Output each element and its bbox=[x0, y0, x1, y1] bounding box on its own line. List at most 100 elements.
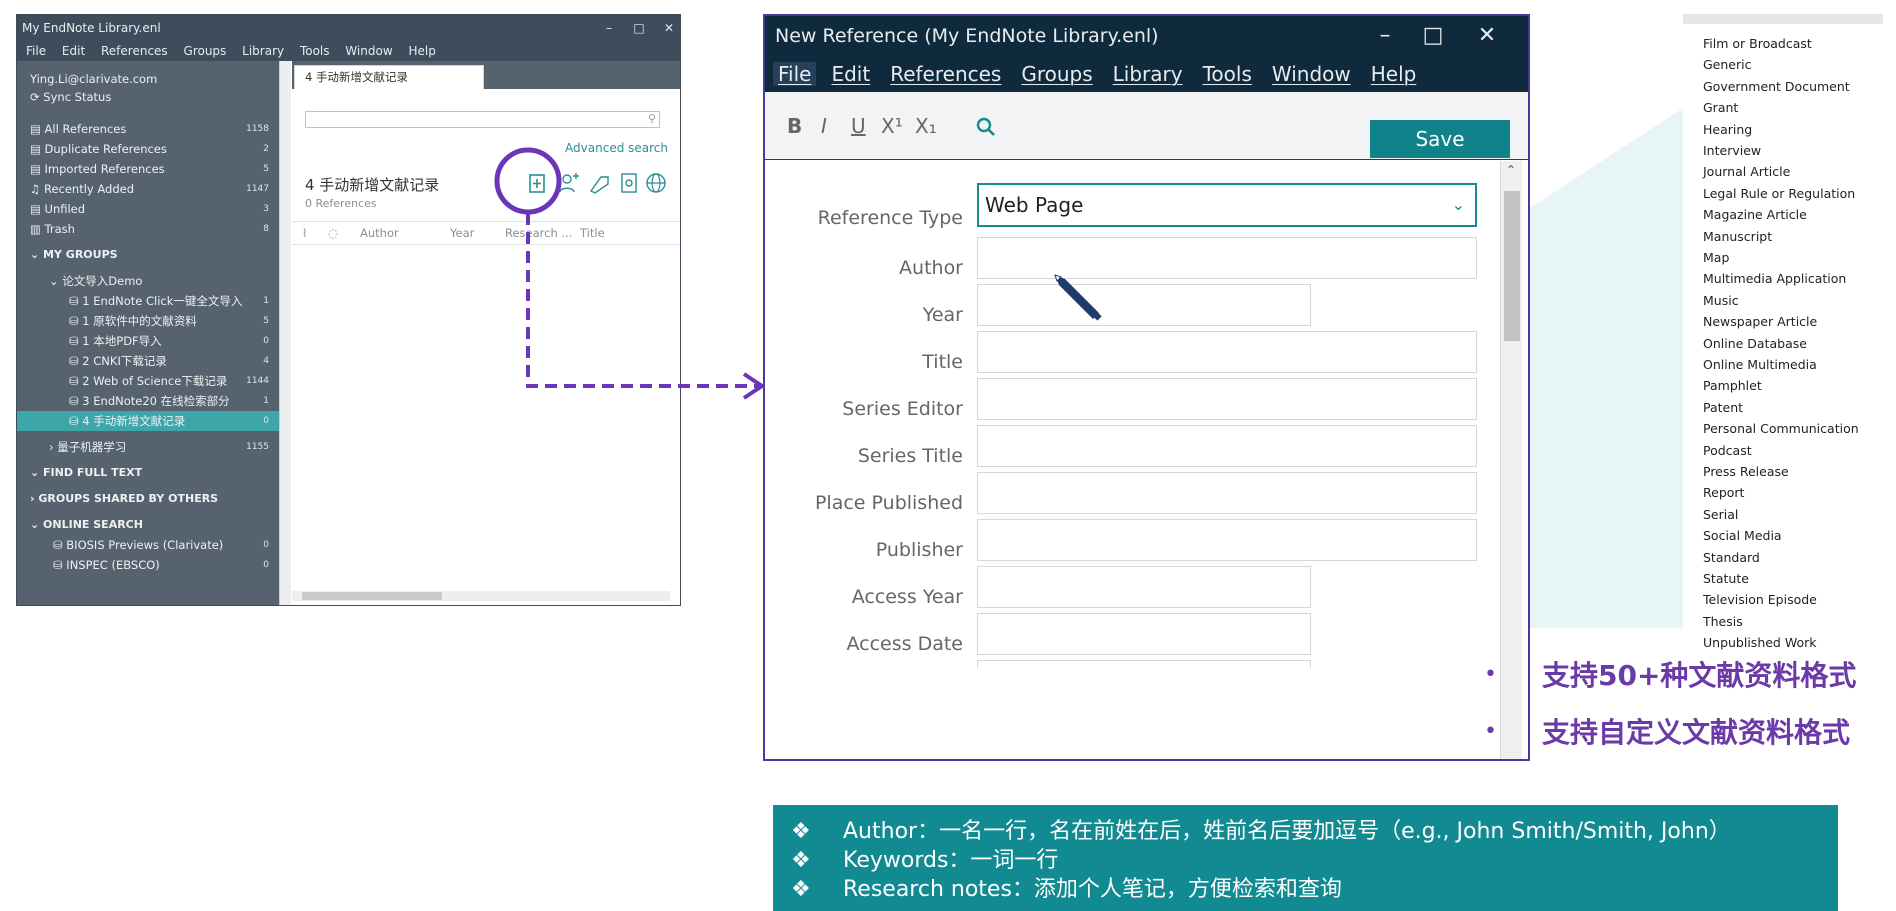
next-field[interactable] bbox=[977, 660, 1311, 668]
access-year-field[interactable] bbox=[977, 566, 1311, 608]
reference-type-option[interactable]: Thesis bbox=[1703, 614, 1743, 629]
reference-type-option[interactable]: Social Media bbox=[1703, 528, 1782, 543]
group-set[interactable]: ⌄ 论文导入Demo bbox=[17, 271, 279, 291]
menu-tools[interactable]: Tools bbox=[300, 44, 330, 58]
reference-type-option[interactable]: Podcast bbox=[1703, 443, 1752, 458]
underline-button[interactable]: U bbox=[851, 114, 866, 138]
menu-help[interactable]: Help bbox=[408, 44, 435, 58]
menu-edit[interactable]: Edit bbox=[62, 44, 85, 58]
sidebar-item-all-references[interactable]: ▤ All References 1158 bbox=[17, 119, 279, 139]
reference-type-option[interactable]: Serial bbox=[1703, 507, 1738, 522]
groups-shared-header[interactable]: › GROUPS SHARED BY OTHERS bbox=[17, 489, 279, 509]
column-title[interactable]: Title bbox=[580, 226, 605, 240]
sync-status[interactable]: ⟳ Sync Status bbox=[17, 87, 279, 107]
sidebar-item-unfiled[interactable]: ▤ Unfiled 3 bbox=[17, 199, 279, 219]
reference-type-option[interactable]: Report bbox=[1703, 485, 1744, 500]
group-item[interactable]: ⛁ 1 原软件中的文献资料 5 bbox=[17, 311, 279, 331]
minimize-button[interactable]: – bbox=[1365, 16, 1405, 56]
reference-type-option[interactable]: Statute bbox=[1703, 571, 1749, 586]
menu-references[interactable]: References bbox=[885, 62, 1006, 86]
column-author[interactable]: Author bbox=[360, 226, 399, 240]
globe-icon[interactable] bbox=[644, 171, 668, 195]
sidebar-item-recently-added[interactable]: ♫ Recently Added 1147 bbox=[17, 179, 279, 199]
scroll-up-icon[interactable]: ⌃ bbox=[1506, 163, 1516, 177]
tag-icon[interactable] bbox=[588, 171, 612, 195]
publisher-field[interactable] bbox=[977, 519, 1477, 561]
menu-references[interactable]: References bbox=[101, 44, 168, 58]
reference-type-option[interactable]: Government Document bbox=[1703, 79, 1850, 94]
menu-file[interactable]: File bbox=[773, 62, 817, 86]
new-reference-icon[interactable] bbox=[525, 171, 549, 195]
menu-library[interactable]: Library bbox=[1108, 62, 1188, 86]
reference-type-option[interactable]: Film or Broadcast bbox=[1703, 36, 1812, 51]
reference-type-select[interactable]: Web Page ⌄ bbox=[977, 183, 1477, 227]
sidebar-item-imported-references[interactable]: ▤ Imported References 5 bbox=[17, 159, 279, 179]
group-item[interactable]: ⛁ 1 本地PDF导入 0 bbox=[17, 331, 279, 351]
group-item[interactable]: ⛁ 2 CNKI下载记录 4 bbox=[17, 351, 279, 371]
add-user-icon[interactable] bbox=[557, 171, 581, 195]
reference-type-option[interactable]: Online Multimedia bbox=[1703, 357, 1817, 372]
reference-type-option[interactable]: Music bbox=[1703, 293, 1739, 308]
reference-type-option[interactable]: Unpublished Work bbox=[1703, 635, 1817, 650]
group-item-selected[interactable]: ⛁ 4 手动新增文献记录 0 bbox=[17, 411, 279, 431]
reference-type-option[interactable]: Grant bbox=[1703, 100, 1738, 115]
menu-tools[interactable]: Tools bbox=[1198, 62, 1257, 86]
maximize-button[interactable]: □ bbox=[627, 15, 651, 41]
bold-button[interactable]: B bbox=[787, 114, 802, 138]
reference-type-option[interactable]: Interview bbox=[1703, 143, 1761, 158]
reference-type-option[interactable]: Pamphlet bbox=[1703, 378, 1762, 393]
online-item[interactable]: ⛁ BIOSIS Previews (Clarivate) 0 bbox=[17, 535, 279, 555]
series-editor-field[interactable] bbox=[977, 378, 1477, 420]
search-icon[interactable] bbox=[975, 116, 997, 138]
sidebar-item-trash[interactable]: ▥ Trash 8 bbox=[17, 219, 279, 239]
reference-type-option[interactable]: Standard bbox=[1703, 550, 1760, 565]
group-item[interactable]: ⛁ 1 EndNote Click一键全文导入 1 bbox=[17, 291, 279, 311]
reference-type-option[interactable]: Personal Communication bbox=[1703, 421, 1859, 436]
menu-groups[interactable]: Groups bbox=[1016, 62, 1097, 86]
menu-window[interactable]: Window bbox=[1267, 62, 1356, 86]
online-item[interactable]: ⛁ INSPEC (EBSCO) 0 bbox=[17, 555, 279, 575]
reference-type-option[interactable]: Journal Article bbox=[1703, 164, 1790, 179]
reference-type-option[interactable]: Hearing bbox=[1703, 122, 1752, 137]
close-button[interactable]: ✕ bbox=[657, 15, 680, 41]
sidebar-item-duplicate-references[interactable]: ▤ Duplicate References 2 bbox=[17, 139, 279, 159]
menu-window[interactable]: Window bbox=[345, 44, 392, 58]
reference-type-option[interactable]: Television Episode bbox=[1703, 592, 1817, 607]
close-button[interactable]: ✕ bbox=[1467, 16, 1507, 56]
year-field[interactable] bbox=[977, 284, 1311, 326]
reference-type-option[interactable]: Multimedia Application bbox=[1703, 271, 1846, 286]
form-scrollbar[interactable]: ⌃ bbox=[1500, 161, 1522, 759]
menu-file[interactable]: File bbox=[26, 44, 46, 58]
my-groups-header[interactable]: ⌄ MY GROUPS bbox=[17, 245, 279, 265]
find-pdf-icon[interactable] bbox=[617, 171, 641, 195]
tab-group[interactable]: 4 手动新增文献记录 bbox=[294, 65, 484, 89]
find-full-text-header[interactable]: ⌄ FIND FULL TEXT bbox=[17, 463, 279, 483]
group-item[interactable]: ⛁ 3 EndNote20 在线检索部分 1 bbox=[17, 391, 279, 411]
column-year[interactable]: Year bbox=[450, 226, 474, 240]
minimize-button[interactable]: – bbox=[597, 15, 621, 41]
scroll-thumb[interactable] bbox=[302, 592, 442, 600]
reference-type-option[interactable]: Generic bbox=[1703, 57, 1751, 72]
menu-library[interactable]: Library bbox=[242, 44, 284, 58]
save-button[interactable]: Save bbox=[1370, 120, 1510, 158]
menu-groups[interactable]: Groups bbox=[184, 44, 227, 58]
place-published-field[interactable] bbox=[977, 472, 1477, 514]
reference-type-option[interactable]: Newspaper Article bbox=[1703, 314, 1817, 329]
reference-type-option[interactable]: Magazine Article bbox=[1703, 207, 1807, 222]
series-title-field[interactable] bbox=[977, 425, 1477, 467]
reference-type-option[interactable]: Patent bbox=[1703, 400, 1743, 415]
reference-type-option[interactable]: Map bbox=[1703, 250, 1729, 265]
group-set-collapsed[interactable]: › 量子机器学习 1155 bbox=[17, 437, 279, 457]
reference-type-option[interactable]: Manuscript bbox=[1703, 229, 1772, 244]
online-search-header[interactable]: ⌄ ONLINE SEARCH bbox=[17, 515, 279, 535]
superscript-button[interactable]: X¹ bbox=[881, 114, 903, 138]
column-research[interactable]: Research ... bbox=[505, 226, 572, 240]
sidebar-scrollbar[interactable] bbox=[279, 61, 291, 605]
search-input[interactable]: ⚲ bbox=[305, 111, 660, 128]
group-item[interactable]: ⛁ 2 Web of Science下载记录 1144 bbox=[17, 371, 279, 391]
title-field[interactable] bbox=[977, 331, 1477, 373]
horizontal-scrollbar[interactable] bbox=[292, 591, 670, 601]
italic-button[interactable]: I bbox=[821, 114, 827, 138]
subscript-button[interactable]: X₁ bbox=[915, 114, 937, 138]
reference-type-option[interactable]: Press Release bbox=[1703, 464, 1789, 479]
